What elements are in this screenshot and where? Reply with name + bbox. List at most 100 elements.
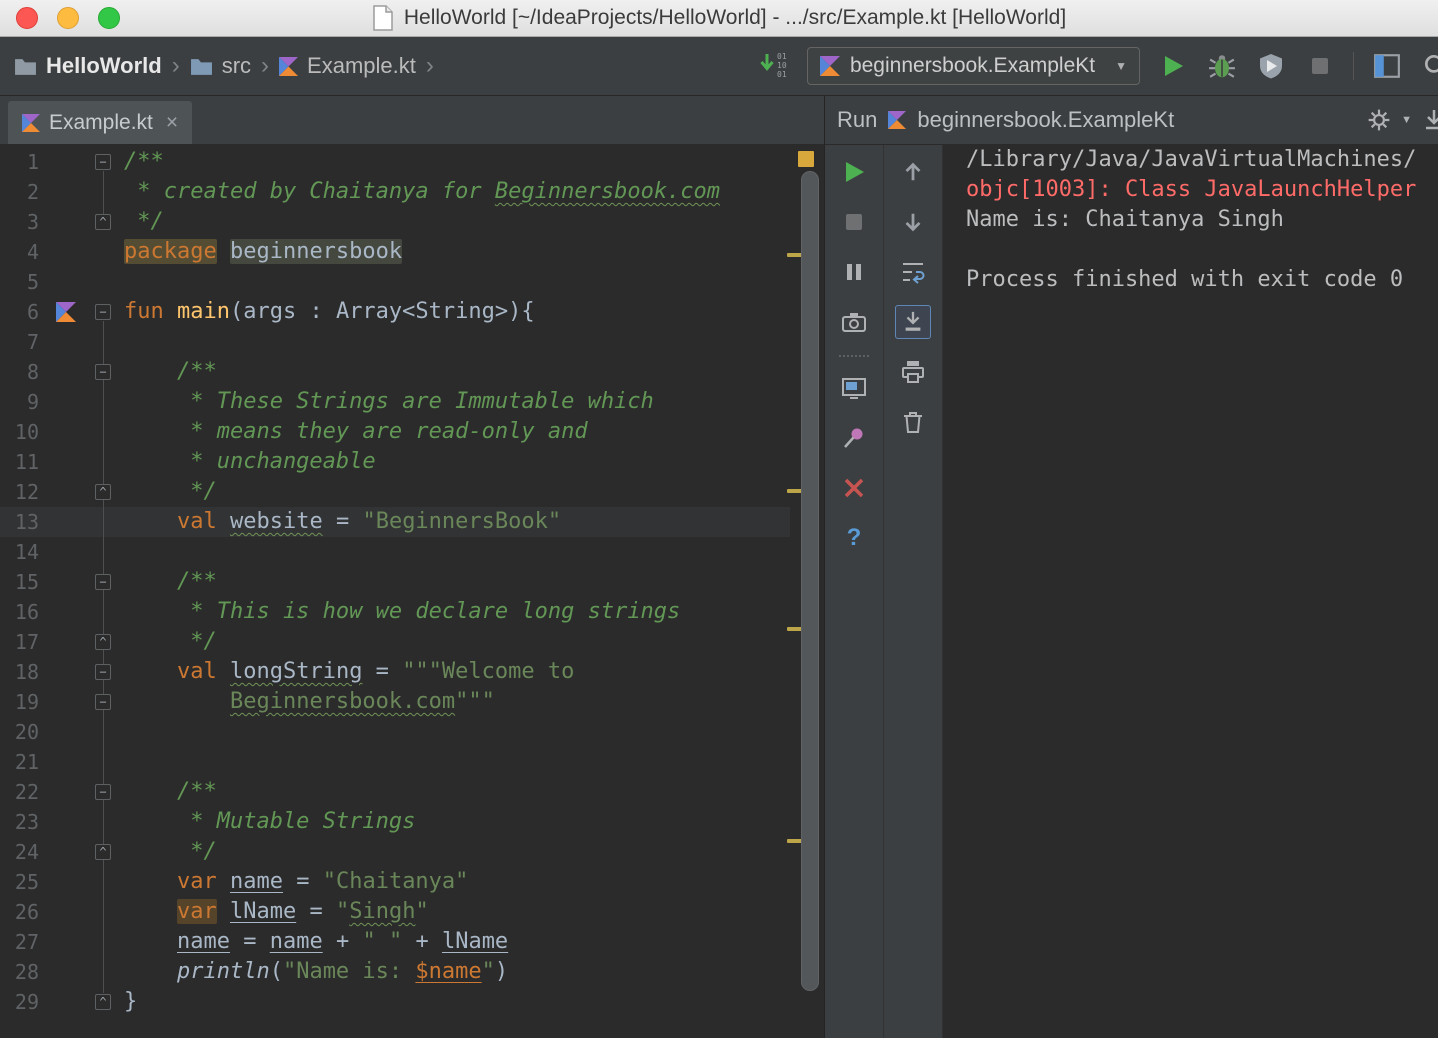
editor[interactable]: 1−/** 2 * created by Chaitanya for Beginn… xyxy=(0,145,824,1038)
restore-layout-icon[interactable] xyxy=(836,371,872,405)
warning-stripe-mark[interactable] xyxy=(787,489,802,493)
code-line[interactable]: 8 − /** xyxy=(0,357,790,387)
close-tab-icon[interactable]: × xyxy=(166,111,178,135)
code-line[interactable]: 18 − val longString = """Welcome to xyxy=(0,657,790,687)
project-structure-icon[interactable] xyxy=(1371,50,1403,82)
code-line[interactable]: 13 val website = "BeginnersBook" xyxy=(0,507,790,537)
gutter-space xyxy=(44,717,88,747)
code-line[interactable]: 5 xyxy=(0,267,790,297)
fold-marker[interactable]: − xyxy=(88,567,118,597)
coverage-button[interactable] xyxy=(1255,50,1287,82)
run-button[interactable] xyxy=(1157,50,1189,82)
breadcrumb-label[interactable]: HelloWorld xyxy=(46,53,162,79)
code-line[interactable]: 14 xyxy=(0,537,790,567)
code-line[interactable]: 7 xyxy=(0,327,790,357)
print-icon[interactable] xyxy=(895,355,931,389)
warning-stripe-mark[interactable] xyxy=(787,839,802,843)
clear-all-icon[interactable] xyxy=(895,405,931,439)
fold-space xyxy=(88,897,118,927)
download-binary-icon[interactable]: 01 10 01 xyxy=(758,50,790,82)
help-icon[interactable]: ? xyxy=(836,521,872,555)
fold-marker[interactable]: ^ xyxy=(88,837,118,867)
fold-marker[interactable]: ^ xyxy=(88,627,118,657)
code-line[interactable]: 27 name = name + " " + lName xyxy=(0,927,790,957)
code-line[interactable]: 19 − Beginnersbook.com""" xyxy=(0,687,790,717)
code-line[interactable]: 25 var name = "Chaitanya" xyxy=(0,867,790,897)
fold-marker[interactable]: ^ xyxy=(88,987,118,1017)
thread-dump-icon[interactable] xyxy=(836,305,872,339)
code-line[interactable]: 23 * Mutable Strings xyxy=(0,807,790,837)
fold-marker[interactable]: − xyxy=(88,357,118,387)
next-occurrence-icon[interactable] xyxy=(895,205,931,239)
code-lines: 1−/** 2 * created by Chaitanya for Beginn… xyxy=(0,147,824,1017)
fold-space xyxy=(88,747,118,777)
pin-tab-icon[interactable] xyxy=(836,421,872,455)
debug-button[interactable] xyxy=(1206,50,1238,82)
prev-occurrence-icon[interactable] xyxy=(895,155,931,189)
scroll-to-end-icon[interactable] xyxy=(895,305,931,339)
code-line[interactable]: 1 −/** xyxy=(0,147,790,177)
breadcrumb-project[interactable]: HelloWorld xyxy=(14,53,162,79)
code-line[interactable]: 22 − /** xyxy=(0,777,790,807)
console-line: Name is: Chaitanya Singh xyxy=(966,207,1284,232)
fold-space xyxy=(88,537,118,567)
code-line[interactable]: 26 var lName = "Singh" xyxy=(0,897,790,927)
code-line[interactable]: 24 ^ */ xyxy=(0,837,790,867)
minimize-window-button[interactable] xyxy=(57,7,79,29)
warning-stripe-mark[interactable] xyxy=(787,627,802,631)
pause-output-button[interactable] xyxy=(836,255,872,289)
code-line[interactable]: 15 − /** xyxy=(0,567,790,597)
tab-example-kt[interactable]: Example.kt × xyxy=(8,101,193,144)
code-line[interactable]: 17 ^ */ xyxy=(0,627,790,657)
code-line[interactable]: 28 println("Name is: $name") xyxy=(0,957,790,987)
fold-space xyxy=(88,717,118,747)
code-line[interactable]: 11 * unchangeable xyxy=(0,447,790,477)
code-line[interactable]: 2 * created by Chaitanya for Beginnersbo… xyxy=(0,177,790,207)
kotlin-icon xyxy=(819,56,840,76)
code-line[interactable]: 16 * This is how we declare long strings xyxy=(0,597,790,627)
code-line[interactable]: 4 package beginnersbook xyxy=(0,237,790,267)
fold-marker[interactable]: − xyxy=(88,147,118,177)
code-line[interactable]: 29 ^} xyxy=(0,987,790,1017)
settings-gear-icon[interactable] xyxy=(1363,104,1395,136)
run-tool-window-header[interactable]: Run beginnersbook.ExampleKt ▼ xyxy=(825,96,1438,145)
code-line[interactable]: 6 − fun main(args : Array<String>){ xyxy=(0,297,790,327)
warnings-indicator[interactable] xyxy=(798,151,814,167)
line-number: 24 xyxy=(14,840,39,864)
zoom-window-button[interactable] xyxy=(98,7,120,29)
breadcrumb-file[interactable]: Example.kt xyxy=(279,53,416,79)
stop-button[interactable] xyxy=(836,205,872,239)
fold-marker[interactable]: ^ xyxy=(88,207,118,237)
close-window-button[interactable] xyxy=(16,7,38,29)
soft-wrap-icon[interactable] xyxy=(895,255,931,289)
code-line[interactable]: 3 ^ */ xyxy=(0,207,790,237)
code-text: /** xyxy=(124,149,164,174)
console-output[interactable]: /Library/Java/JavaVirtualMachines/objc[1… xyxy=(943,145,1438,1038)
run-line-marker[interactable] xyxy=(44,297,88,327)
editor-scrollbar[interactable] xyxy=(801,171,819,991)
run-panel-title: Run xyxy=(837,107,878,132)
breadcrumb-src[interactable]: src xyxy=(190,53,251,79)
close-panel-icon[interactable] xyxy=(836,471,872,505)
fold-marker[interactable]: − xyxy=(88,657,118,687)
stop-button[interactable] xyxy=(1304,50,1336,82)
fold-marker[interactable]: ^ xyxy=(88,477,118,507)
code-line[interactable]: 20 xyxy=(0,717,790,747)
code-line[interactable]: 10 * means they are read-only and xyxy=(0,417,790,447)
breadcrumb-label[interactable]: src xyxy=(222,53,251,79)
search-everywhere-icon[interactable] xyxy=(1420,50,1438,82)
rerun-button[interactable] xyxy=(836,155,872,189)
fold-marker[interactable]: − xyxy=(88,777,118,807)
fold-marker[interactable]: − xyxy=(88,687,118,717)
run-configuration-label: beginnersbook.ExampleKt xyxy=(849,54,1096,77)
fold-marker[interactable]: − xyxy=(88,297,118,327)
run-configuration-select[interactable]: beginnersbook.ExampleKt ▼ xyxy=(806,47,1140,85)
code-text: println("Name is: $name") xyxy=(176,959,509,984)
warning-stripe-mark[interactable] xyxy=(787,253,802,257)
breadcrumb-label[interactable]: Example.kt xyxy=(307,53,416,79)
hide-panel-icon[interactable] xyxy=(1418,104,1438,136)
code-line[interactable]: 12 ^ */ xyxy=(0,477,790,507)
code-line[interactable]: 21 xyxy=(0,747,790,777)
code-line[interactable]: 9 * These Strings are Immutable which xyxy=(0,387,790,417)
